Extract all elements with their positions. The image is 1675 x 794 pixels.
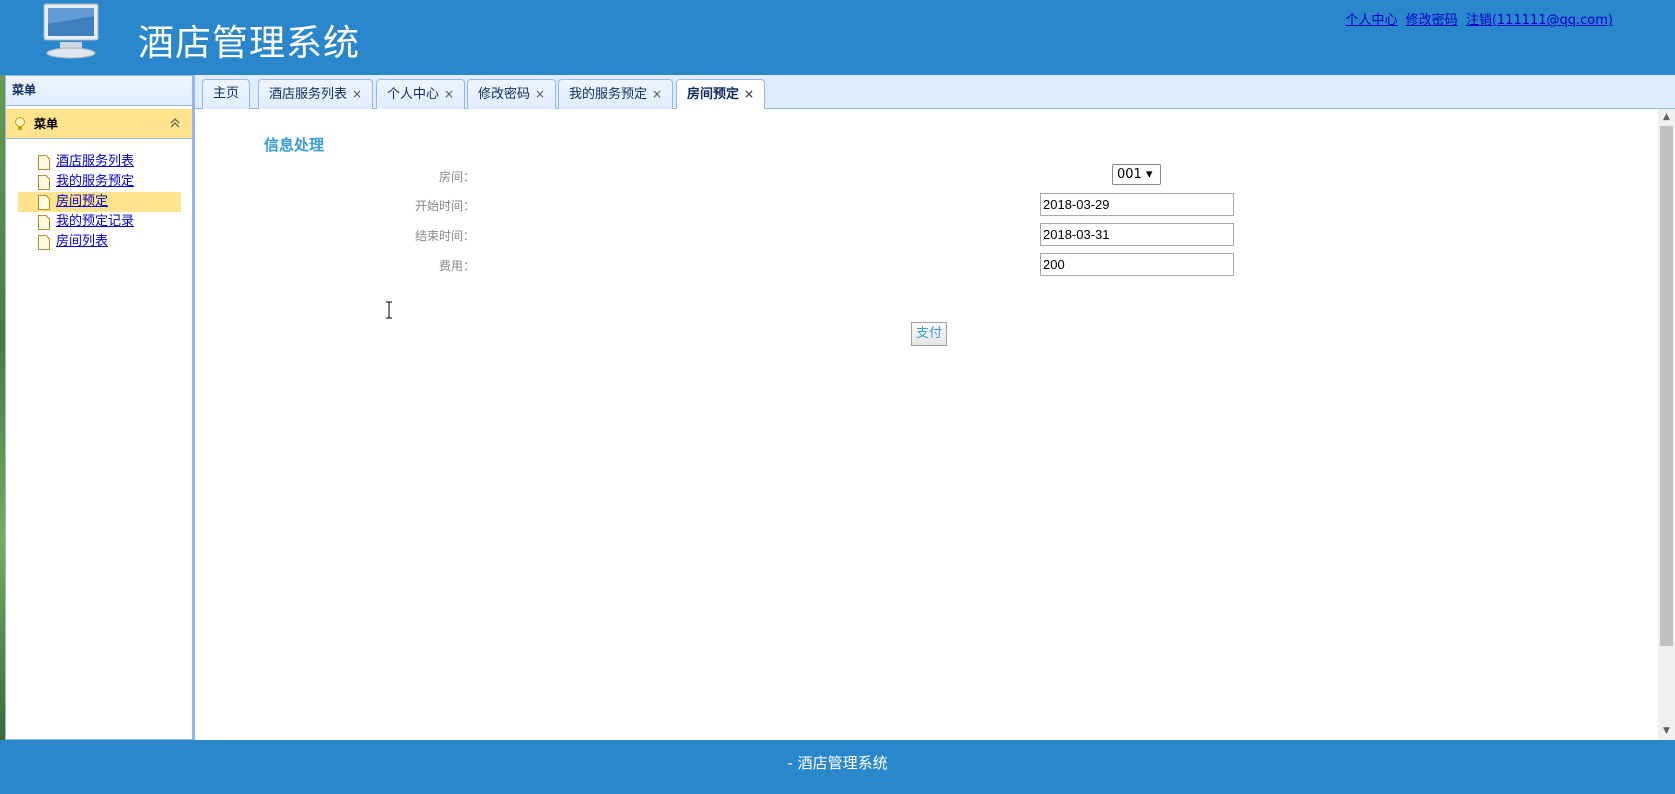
tab-label: 主页 — [213, 86, 240, 101]
sidebar-item-my-service-bookings[interactable]: 我的服务预定 — [18, 172, 181, 192]
close-icon[interactable]: × — [535, 87, 545, 101]
tab-label: 酒店服务列表 — [269, 87, 348, 102]
scroll-up-icon[interactable]: ▲ — [1658, 109, 1675, 126]
start-time-input[interactable]: 2018-03-29 — [1040, 193, 1234, 216]
vertical-scrollbar[interactable]: ▲ ▼ — [1658, 109, 1675, 740]
sidebar-item-my-booking-records[interactable]: 我的预定记录 — [18, 212, 181, 232]
room-label: 房间： — [438, 170, 475, 184]
section-title: 信息处理 — [264, 136, 325, 154]
menu-list: 酒店服务列表 我的服务预定 房间预定 我的预定记录 房间列表 — [6, 139, 192, 252]
profile-link[interactable]: 个人中心 — [1346, 13, 1398, 28]
accordion-header[interactable]: 菜单 — [6, 109, 192, 139]
top-links: 个人中心 修改密码 注销(111111@qq.com) — [1342, 9, 1613, 28]
double-chevron-up-icon[interactable] — [168, 115, 182, 131]
sidebar-item-hotel-services[interactable]: 酒店服务列表 — [18, 152, 181, 172]
end-time-label: 结束时间： — [414, 229, 475, 243]
sidebar-item-label[interactable]: 我的服务预定 — [56, 174, 134, 189]
logout-link[interactable]: 注销(111111@qq.com) — [1466, 13, 1613, 28]
document-icon — [38, 195, 50, 210]
accordion-title: 菜单 — [34, 117, 59, 131]
tab-label: 个人中心 — [387, 87, 440, 102]
tab-my-service-bookings[interactable]: 我的服务预定 × — [558, 79, 674, 109]
room-select[interactable]: 001 ▾ — [1112, 164, 1161, 185]
text-cursor-icon — [386, 301, 392, 319]
sidebar-item-label[interactable]: 房间列表 — [56, 234, 108, 249]
tab-room-booking[interactable]: 房间预定 × — [676, 79, 766, 110]
fee-input[interactable]: 200 — [1040, 253, 1234, 276]
tab-profile[interactable]: 个人中心 × — [376, 79, 466, 109]
change-password-link[interactable]: 修改密码 — [1406, 13, 1458, 28]
document-icon — [38, 235, 50, 250]
monitor-icon — [43, 3, 99, 59]
fee-label: 费用： — [438, 259, 475, 273]
tab-content: 信息处理 房间： 001 ▾ 开始时间： 2018-03-29 结束时间： 20… — [195, 109, 1658, 740]
tab-hotel-services[interactable]: 酒店服务列表 × — [258, 79, 374, 109]
app-header: 酒店管理系统 个人中心 修改密码 注销(111111@qq.com) — [0, 0, 1675, 75]
footer: - 酒店管理系统 — [0, 740, 1675, 794]
sidebar-item-label[interactable]: 房间预定 — [56, 194, 108, 209]
tab-label: 我的服务预定 — [569, 87, 648, 102]
sidebar-item-room-booking[interactable]: 房间预定 — [18, 192, 181, 212]
tab-home[interactable]: 主页 — [202, 79, 251, 109]
tab-label: 房间预定 — [687, 87, 740, 102]
sidebar: 菜单 菜单 酒店服务列表 我的服务预定 房间预定 我的预定记录 房间列表 — [5, 75, 193, 740]
tab-label: 修改密码 — [478, 87, 531, 102]
sidebar-item-label[interactable]: 我的预定记录 — [56, 214, 134, 229]
scroll-down-icon[interactable]: ▼ — [1658, 723, 1675, 740]
close-icon[interactable]: × — [352, 87, 362, 101]
start-time-label: 开始时间： — [414, 199, 475, 213]
sidebar-item-room-list[interactable]: 房间列表 — [18, 232, 181, 252]
close-icon[interactable]: × — [652, 87, 662, 101]
end-time-input[interactable]: 2018-03-31 — [1040, 223, 1234, 246]
document-icon — [38, 155, 50, 170]
sidebar-title: 菜单 — [6, 76, 192, 106]
sidebar-item-label[interactable]: 酒店服务列表 — [56, 154, 134, 169]
main-panel: 主页 酒店服务列表 × 个人中心 × 修改密码 × 我的服务预定 × 房间预定 × 信息处… — [192, 75, 1675, 740]
pay-button[interactable]: 支付 — [911, 322, 947, 346]
close-icon[interactable]: × — [744, 87, 754, 101]
app-title: 酒店管理系统 — [138, 23, 361, 64]
tab-change-password[interactable]: 修改密码 × — [467, 79, 557, 109]
document-icon — [38, 215, 50, 230]
close-icon[interactable]: × — [444, 87, 454, 101]
document-icon — [38, 175, 50, 190]
tabs-bar: 主页 酒店服务列表 × 个人中心 × 修改密码 × 我的服务预定 × 房间预定 × — [195, 75, 1675, 110]
lightbulb-icon — [15, 117, 25, 130]
scroll-thumb[interactable] — [1660, 126, 1673, 646]
